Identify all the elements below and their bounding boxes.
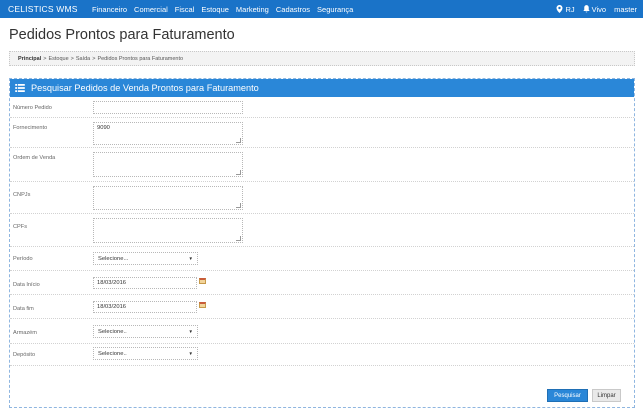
fornecimento-label: Fornecimento bbox=[13, 125, 48, 131]
data-inicio-label: Data Início bbox=[13, 282, 40, 288]
row-periodo: Período Selecione... ▼ bbox=[10, 247, 634, 271]
caret-down-icon: ▼ bbox=[188, 351, 193, 356]
row-data-fim: Data fim 18/03/2016 bbox=[10, 295, 634, 319]
menu-item-cadastros[interactable]: Cadastros bbox=[272, 5, 313, 14]
cnpjs-label: CNPJs bbox=[13, 192, 31, 198]
breadcrumb-item-current: Pedidos Prontos para Faturamento bbox=[97, 55, 184, 62]
row-ordem-venda: Ordem de Venda bbox=[10, 148, 634, 182]
numero-pedido-label: Número Pedido bbox=[13, 105, 52, 111]
row-deposito: Depósito Selecione.. ▼ bbox=[10, 344, 634, 366]
periodo-select[interactable]: Selecione... ▼ bbox=[93, 252, 198, 265]
row-numero-pedido: Número Pedido bbox=[10, 97, 634, 118]
clear-button[interactable]: Limpar bbox=[592, 389, 621, 402]
deposito-selected-value: Selecione.. bbox=[98, 350, 127, 357]
periodo-label: Período bbox=[13, 256, 33, 262]
breadcrumb-item-principal[interactable]: Principal bbox=[18, 56, 41, 62]
navbar-right: RJ Vivo master bbox=[556, 0, 637, 18]
armazem-selected-value: Selecione.. bbox=[98, 328, 127, 335]
deposito-select[interactable]: Selecione.. ▼ bbox=[93, 347, 198, 360]
data-fim-input[interactable]: 18/03/2016 bbox=[93, 301, 197, 313]
armazem-select[interactable]: Selecione.. ▼ bbox=[93, 325, 198, 338]
map-marker-icon bbox=[556, 5, 563, 13]
menu-item-estoque[interactable]: Estoque bbox=[197, 5, 232, 14]
search-panel: Pesquisar Pedidos de Venda Prontos para … bbox=[9, 78, 635, 408]
search-button[interactable]: Pesquisar bbox=[547, 389, 588, 402]
user-menu[interactable]: master bbox=[614, 5, 637, 14]
brand-logo[interactable]: CELISTICS WMS bbox=[0, 4, 88, 14]
menu-item-marketing[interactable]: Marketing bbox=[232, 5, 272, 14]
menu-item-fiscal[interactable]: Fiscal bbox=[171, 5, 198, 14]
cpfs-label: CPFs bbox=[13, 224, 27, 230]
calendar-icon[interactable] bbox=[199, 278, 206, 284]
menu-item-comercial[interactable]: Comercial bbox=[130, 5, 171, 14]
data-inicio-input[interactable]: 18/03/2016 bbox=[93, 277, 197, 289]
top-navbar: CELISTICS WMS Financeiro Comercial Fisca… bbox=[0, 0, 643, 18]
form-actions: Pesquisar Limpar bbox=[10, 382, 634, 407]
caret-down-icon: ▼ bbox=[188, 329, 193, 334]
status-label: Vivo bbox=[591, 4, 607, 14]
status-indicator[interactable]: Vivo bbox=[582, 4, 607, 14]
calendar-icon[interactable] bbox=[199, 302, 206, 308]
location-selector[interactable]: RJ bbox=[556, 4, 575, 14]
panel-title: Pesquisar Pedidos de Venda Prontos para … bbox=[31, 83, 259, 93]
cnpjs-textarea[interactable] bbox=[93, 186, 243, 210]
numero-pedido-input[interactable] bbox=[93, 101, 243, 114]
menu-item-seguranca[interactable]: Segurança bbox=[313, 5, 356, 14]
deposito-label: Depósito bbox=[13, 352, 36, 358]
bell-icon bbox=[582, 5, 590, 13]
row-fornecimento: Fornecimento 9090 bbox=[10, 118, 634, 148]
row-data-inicio: Data Início 18/03/2016 bbox=[10, 271, 634, 295]
breadcrumb: Principal > Estoque > Saída > Pedidos Pr… bbox=[9, 51, 635, 66]
row-armazem: Armazém Selecione.. ▼ bbox=[10, 319, 634, 344]
caret-down-icon: ▼ bbox=[188, 256, 193, 261]
main-menu: Financeiro Comercial Fiscal Estoque Mark… bbox=[88, 0, 356, 18]
row-cnpjs: CNPJs bbox=[10, 182, 634, 214]
breadcrumb-item-saida[interactable]: Saída bbox=[76, 56, 90, 62]
periodo-selected-value: Selecione... bbox=[98, 255, 129, 262]
data-fim-label: Data fim bbox=[13, 306, 34, 312]
panel-header: Pesquisar Pedidos de Venda Prontos para … bbox=[10, 79, 634, 97]
location-label: RJ bbox=[565, 4, 575, 14]
ordem-venda-label: Ordem de Venda bbox=[13, 155, 56, 161]
row-cpfs: CPFs bbox=[10, 214, 634, 247]
search-form: Número Pedido Fornecimento 9090 Ordem de… bbox=[10, 97, 634, 366]
menu-item-financeiro[interactable]: Financeiro bbox=[88, 5, 130, 14]
breadcrumb-item-estoque[interactable]: Estoque bbox=[48, 56, 68, 62]
cpfs-textarea[interactable] bbox=[93, 218, 243, 243]
fornecimento-textarea[interactable]: 9090 bbox=[93, 122, 243, 145]
list-icon bbox=[15, 84, 25, 92]
armazem-label: Armazém bbox=[13, 330, 37, 336]
page-title: Pedidos Prontos para Faturamento bbox=[9, 27, 235, 43]
ordem-venda-textarea[interactable] bbox=[93, 152, 243, 177]
